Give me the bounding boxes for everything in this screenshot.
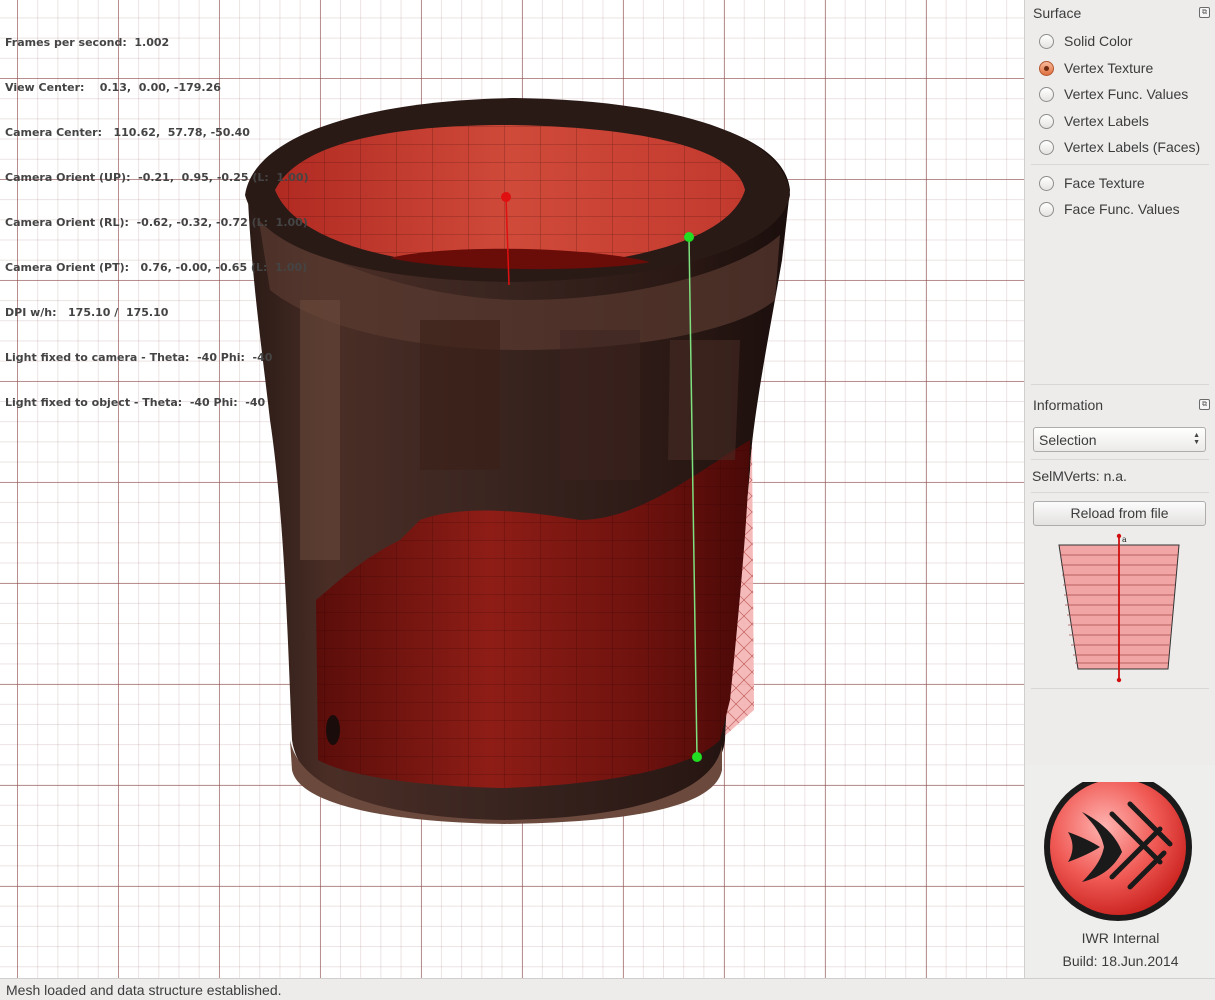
radio-label: Face Texture	[1064, 175, 1145, 191]
divider	[1031, 384, 1209, 385]
iwr-logo-icon	[1044, 782, 1192, 921]
radio-label: Vertex Texture	[1064, 60, 1154, 76]
info-camera-orient-up: Camera Orient (UP): -0.21, 0.95, -0.25 (…	[5, 171, 309, 184]
radio-label: Vertex Labels (Faces)	[1064, 139, 1201, 155]
information-panel-title: Information	[1033, 397, 1104, 413]
info-camera-orient-rl: Camera Orient (RL): -0.62, -0.32, -0.72 …	[5, 216, 308, 229]
info-dpi: DPI w/h: 175.10 / 175.10	[5, 306, 169, 319]
radio-vertex-func-values[interactable]: Vertex Func. Values	[1039, 84, 1188, 104]
selmverts-readout: SelMVerts: n.a.	[1032, 468, 1127, 484]
radio-button-icon[interactable]	[1039, 201, 1054, 217]
selection-dropdown[interactable]: Selection ▲ ▼	[1033, 427, 1206, 452]
3d-viewport[interactable]: Frames per second: 1.002 View Center: 0.…	[0, 0, 1024, 978]
radio-label: Solid Color	[1064, 33, 1133, 49]
divider	[1031, 688, 1209, 689]
radio-face-texture[interactable]: Face Texture	[1039, 173, 1145, 193]
info-fps: Frames per second: 1.002	[5, 36, 170, 49]
marker-green-top	[684, 232, 694, 242]
divider	[1031, 459, 1209, 460]
logo-area: IWR Internal Build: 18.Jun.2014	[1025, 765, 1215, 978]
radio-button-checked-icon[interactable]	[1039, 60, 1054, 76]
build-date: Build: 18.Jun.2014	[1062, 953, 1179, 969]
info-camera-orient-pt: Camera Orient (PT): 0.76, -0.00, -0.65 (…	[5, 261, 308, 274]
radio-vertex-labels-faces[interactable]: Vertex Labels (Faces)	[1039, 137, 1200, 157]
selection-dropdown-value: Selection	[1039, 432, 1097, 448]
logo-caption: IWR Internal	[1081, 930, 1160, 946]
radio-button-icon[interactable]	[1039, 175, 1054, 191]
profile-preview: a	[1058, 533, 1180, 683]
surface-panel-title: Surface	[1033, 5, 1082, 21]
info-camera-center: Camera Center: 110.62, 57.78, -50.40	[5, 126, 250, 139]
radio-face-func-values[interactable]: Face Func. Values	[1039, 199, 1180, 219]
info-light-object: Light fixed to object - Theta: -40 Phi: …	[5, 396, 266, 409]
surface-float-icon[interactable]: ⧉	[1199, 7, 1210, 18]
reload-from-file-button[interactable]: Reload from file	[1033, 501, 1206, 526]
marker-green-bottom	[692, 752, 702, 762]
updown-arrows-icon: ▲ ▼	[1193, 432, 1200, 446]
info-light-camera: Light fixed to camera - Theta: -40 Phi: …	[5, 351, 273, 364]
radio-label: Face Func. Values	[1064, 201, 1180, 217]
preview-label: a	[1122, 535, 1127, 544]
side-panel: Surface ⧉ Solid Color Vertex Texture Ver…	[1024, 0, 1215, 978]
radio-solid-color[interactable]: Solid Color	[1039, 31, 1132, 51]
radio-label: Vertex Labels	[1064, 113, 1149, 129]
information-float-icon[interactable]: ⧉	[1199, 399, 1210, 410]
status-bar: Mesh loaded and data structure establish…	[0, 978, 1215, 1000]
radio-vertex-texture[interactable]: Vertex Texture	[1039, 58, 1153, 78]
camera-info-overlay: Frames per second: 1.002 View Center: 0.…	[5, 5, 309, 440]
radio-label: Vertex Func. Values	[1064, 86, 1189, 102]
status-message: Mesh loaded and data structure establish…	[6, 982, 282, 998]
radio-button-icon[interactable]	[1039, 113, 1054, 129]
divider	[1031, 492, 1209, 493]
divider	[1031, 164, 1209, 165]
info-view-center: View Center: 0.13, 0.00, -179.26	[5, 81, 221, 94]
radio-button-icon[interactable]	[1039, 33, 1054, 49]
radio-button-icon[interactable]	[1039, 139, 1054, 155]
radio-vertex-labels[interactable]: Vertex Labels	[1039, 111, 1149, 131]
marker-red	[501, 192, 511, 202]
radio-button-icon[interactable]	[1039, 86, 1054, 102]
